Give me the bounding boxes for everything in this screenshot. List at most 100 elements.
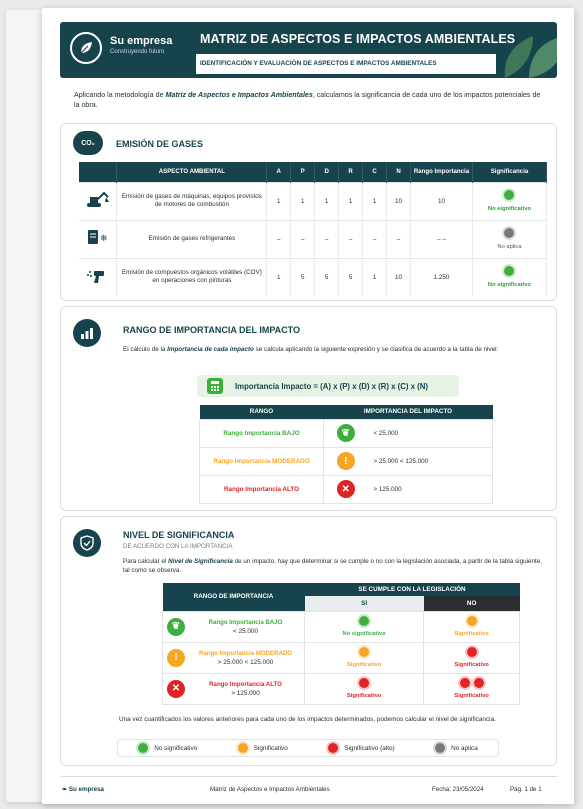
si-cell: Significativo — [303, 672, 425, 705]
col-c: C — [362, 162, 388, 182]
range-value: > 25.000 < 125.000 — [217, 658, 274, 666]
cell-n: 10 — [386, 181, 412, 220]
cell-d: 5 — [314, 257, 340, 296]
status-dot — [237, 743, 248, 753]
legend-item: No significativo — [138, 743, 197, 753]
col-n: N — [386, 162, 412, 182]
cell-c: – — [362, 219, 388, 258]
calculator-icon — [207, 378, 223, 394]
leaf-logo-icon — [70, 32, 102, 64]
range-symbol-cell: ✕ — [323, 474, 368, 504]
table-row: ❄ Emisión de gases refrigerantes – – – –… — [79, 219, 548, 258]
col-r: R — [338, 162, 364, 182]
si-cell: No significativo — [303, 610, 425, 643]
table-row: ❦ Rango Importancia BAJO < 25.000 No signif… — [162, 610, 520, 643]
si-cell: Significativo — [303, 641, 425, 674]
cell-rango: – – — [410, 219, 473, 258]
cell-a: 1 — [266, 257, 292, 296]
close-icon: ✕ — [336, 480, 355, 498]
page-subtitle: IDENTIFICACIÓN Y EVALUACIÓN DE ASPECTOS … — [200, 60, 437, 67]
range-label: Rango Importancia ALTO — [209, 680, 282, 688]
status-dot — [504, 190, 515, 200]
col-rango: Rango Importancia — [410, 162, 473, 182]
no-cell: Significativo — [423, 672, 520, 705]
range-label: Rango Importancia MODERADO — [198, 649, 293, 657]
importance-table: RANGO IMPORTANCIA DEL IMPACTO Rango Impo… — [199, 405, 493, 504]
status-dot — [459, 678, 470, 688]
cell-p: – — [290, 219, 316, 258]
cell-n: – — [386, 219, 412, 258]
footer-date: Fecha: 23/05/2024 — [432, 786, 484, 793]
leaf-icon: ❧ — [62, 786, 69, 793]
intro-paragraph: Aplicando la metodología de Matriz de As… — [74, 91, 541, 109]
legend-item: No aplica — [435, 743, 478, 753]
closing-paragraph: Una vez cuantificados los valores anteri… — [119, 716, 496, 723]
significance-cell: No significativo — [472, 181, 548, 220]
cell-n: 10 — [386, 257, 412, 296]
footer-brand: ❧ Su empresa — [62, 786, 104, 793]
co2-cloud-icon: CO₂ — [73, 131, 103, 155]
footer-doc-title: Matriz de Aspectos e Impactos Ambientale… — [210, 786, 330, 793]
range-symbol-cell: ❦ — [323, 418, 368, 448]
cell-r: – — [338, 219, 364, 258]
spray-gun-icon — [79, 257, 118, 296]
cell-c: 1 — [362, 181, 388, 220]
cell-rango: 1.250 — [410, 257, 473, 296]
col-no: NO — [423, 596, 520, 611]
brand-tagline: Construyendo futuro — [110, 49, 165, 55]
shield-check-icon — [73, 529, 101, 557]
importance-card: RANGO DE IMPORTANCIA DEL IMPACTO El cálc… — [60, 306, 557, 511]
col-si: SI — [304, 596, 424, 611]
importance-paragraph: El cálculo de la Importancia de cada imp… — [123, 346, 499, 353]
cell-r: 1 — [338, 181, 364, 220]
range-label: Rango Importancia BAJO — [199, 418, 324, 448]
table-row: Rango Importancia MODERADO! > 25.000 < 12… — [199, 446, 493, 476]
table-row: Rango Importancia BAJO ❦ < 25.000 — [199, 418, 493, 448]
col-d: D — [314, 162, 340, 182]
range-cell: ! Rango Importancia MODERADO > 25.000 < 12… — [162, 641, 305, 674]
legend: No significativo Significativo Significati… — [117, 739, 499, 757]
significance-title: NIVEL DE SIGNIFICANCIA — [123, 530, 235, 540]
cell-c: 1 — [362, 257, 388, 296]
page-footer: ❧ Su empresa Matriz de Aspectos e Impact… — [60, 776, 557, 798]
emission-card: CO₂ EMISIÓN DE GASES ASPECTO AMBIENTAL A… — [60, 123, 557, 301]
leaf-icon: ❦ — [336, 424, 355, 442]
status-dot — [359, 647, 370, 657]
significance-paragraph: Para calcular el Nivel de Significancia … — [123, 558, 542, 574]
importance-title: RANGO DE IMPORTANCIA DEL IMPACTO — [123, 325, 301, 335]
range-label: Rango Importancia MODERADO — [199, 446, 324, 476]
range-label: Rango Importancia ALTO — [199, 474, 324, 504]
aspect-cell: Emisión de compuestos orgánicos volátile… — [116, 257, 268, 296]
cell-p: 5 — [290, 257, 316, 296]
cell-a: – — [266, 219, 292, 258]
cell-r: 5 — [338, 257, 364, 296]
status-dot — [359, 616, 370, 626]
status-dot — [504, 266, 515, 277]
significance-table: RANGO DE IMPORTANCIA SE CUMPLE CON LA LE… — [162, 583, 520, 705]
brand-name: Su empresa — [110, 35, 173, 47]
page-title: MATRIZ DE ASPECTOS E IMPACTOS AMBIENTALE… — [200, 32, 516, 46]
status-dot — [328, 743, 339, 753]
status-dot — [359, 678, 370, 688]
col-aspect: ASPECTO AMBIENTAL — [116, 162, 268, 182]
range-symbol-cell: ! — [323, 446, 368, 476]
col-legislacion: SE CUMPLE CON LA LEGISLACIÓN — [304, 583, 520, 597]
col-p: P — [290, 162, 316, 182]
cell-p: 1 — [290, 181, 316, 220]
document-page: Su empresa Construyendo futuro MATRIZ DE… — [42, 8, 574, 804]
range-value: > 125.000 — [367, 474, 493, 504]
excavator-icon — [79, 181, 118, 220]
aspect-cell: Emisión de gases refrigerantes — [116, 219, 268, 258]
significance-cell: No significativo — [472, 257, 548, 296]
legend-item: Significativo — [237, 743, 288, 753]
bar-chart-icon — [73, 319, 101, 347]
table-row: Emisión de compuestos orgánicos volátile… — [79, 257, 548, 296]
col-rango-importancia: RANGO DE IMPORTANCIA — [162, 583, 305, 611]
table-row: Rango Importancia ALTO ✕ > 125.000 — [199, 474, 493, 504]
aspect-cell: Emisión de gases de máquinas, equipos pr… — [116, 181, 268, 220]
footer-page: Pág. 1 de 1 — [510, 786, 542, 793]
status-dot — [473, 678, 484, 688]
decorative-leaves-icon — [504, 36, 557, 78]
status-dot — [138, 743, 149, 753]
range-label: Rango Importancia BAJO — [208, 618, 283, 626]
